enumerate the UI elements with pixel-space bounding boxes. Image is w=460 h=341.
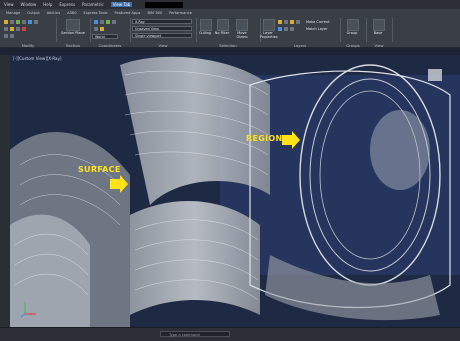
menu-help[interactable]: Help [43,2,52,7]
viewcube-icon[interactable] [428,69,442,81]
panel-coordinates: World Coordinates [90,18,131,48]
scale-icon[interactable] [16,20,20,24]
offset-icon[interactable] [10,27,14,31]
layer-properties-label: Layer Properties [260,31,278,39]
layer-properties-button[interactable] [263,19,275,31]
ucs-y-icon[interactable] [112,20,116,24]
tab-featured-apps[interactable]: Featured Apps [115,11,141,15]
mirror-icon[interactable] [28,20,32,24]
panel-label: Modify [21,43,35,48]
panel-label: Groups [346,43,360,48]
make-current-button[interactable]: Make Current [306,20,338,24]
layer-freeze-icon[interactable] [284,20,288,24]
ribbon: Manage Output Add-ins A360 Express Tools… [0,9,460,48]
erase-icon[interactable] [22,27,26,31]
ucs-axis-icon [20,302,36,318]
panel-label: Selection [219,43,237,48]
layer-color-icon[interactable] [296,20,300,24]
move-gizmo-label: Move Gizmo [236,31,248,39]
ucs-icon[interactable] [94,20,98,24]
world-combo[interactable]: World [92,34,118,39]
menu-window[interactable]: Window [21,2,37,7]
layer-iso-icon[interactable] [278,27,282,31]
title-bar: View Window Help Express Parametric View… [0,0,460,9]
layer-walk-icon[interactable] [290,27,294,31]
array-icon[interactable] [16,27,20,31]
model-wireframe [10,55,460,327]
viewport-label[interactable]: [-][Custom View][X-Ray] [13,56,61,61]
drawing-viewport[interactable]: [-][Custom View][X-Ray] SURFACE REGION [10,55,460,327]
stretch-icon[interactable] [4,34,8,38]
ucs-x-icon[interactable] [106,20,110,24]
match-layer-button[interactable]: Match Layer [306,27,338,31]
panel-groups: Group Groups [340,18,367,48]
panel-label: View [158,43,168,48]
tab-a360[interactable]: A360 [67,11,76,15]
command-input[interactable]: Type a command [160,331,230,337]
layer-bulb-icon[interactable] [278,20,282,24]
tab-performance[interactable]: Performance [169,11,192,15]
menu-view[interactable]: View [4,2,14,7]
tab-output[interactable]: Output [27,11,39,15]
panel-selection: Culling No Filter Move Gizmo Selection [196,18,261,48]
ucs-z-icon[interactable] [94,27,98,31]
tab-express-tools[interactable]: Express Tools [84,11,108,15]
ribbon-tabs: Manage Output Add-ins A360 Express Tools… [0,9,460,17]
ucs-origin-icon[interactable] [100,20,104,24]
left-toolbar [0,55,10,327]
rotate-icon[interactable] [10,20,14,24]
visual-style-combo[interactable]: X-Ray [132,19,192,24]
surface-callout: SURFACE [78,165,121,174]
viewport-config-combo[interactable]: Single viewport [132,33,192,38]
panel-base-view: Base View [366,18,393,48]
redacted-box [145,1,184,8]
menu-express[interactable]: Express [59,2,75,7]
group-button[interactable] [347,19,359,31]
ucs-view-icon[interactable] [100,27,104,31]
status-bar: Type a command [0,327,460,341]
panel-label: Layers [293,43,307,48]
tab-bim-360[interactable]: BIM 360 [147,11,162,15]
tab-add-ins[interactable]: Add-ins [47,11,60,15]
tab-manage[interactable]: Manage [6,11,20,15]
panel-section: Section Plane Section [56,18,91,48]
panel-view: X-Ray Unsaved View Single viewport View [130,18,197,48]
panel-label: Coordinates [98,43,122,48]
trim-icon[interactable] [4,27,8,31]
base-label: Base [373,31,383,35]
copy-icon[interactable] [22,20,26,24]
tab-view[interactable]: View Tab [110,2,133,7]
explode-icon[interactable] [10,34,14,38]
panel-label: Section [65,43,81,48]
culling-button[interactable] [200,19,212,31]
layer-off-icon[interactable] [284,27,288,31]
base-button[interactable] [373,19,385,31]
panel-label: View [374,43,384,48]
fillet-icon[interactable] [34,20,38,24]
menu-parametric[interactable]: Parametric [82,2,104,7]
no-filter-button[interactable] [217,19,229,31]
layer-lock-icon[interactable] [290,20,294,24]
section-plane-label: Section Plane [61,31,85,35]
no-filter-label: No Filter [214,31,230,35]
named-view-combo[interactable]: Unsaved View [132,26,192,31]
move-gizmo-button[interactable] [236,19,248,31]
section-plane-button[interactable] [66,19,80,31]
group-label: Group [346,31,358,35]
region-callout: REGION [246,134,283,143]
panel-modify: Modify [0,18,57,48]
panel-layers: Layer Properties Make Current Match Laye… [260,18,341,48]
move-icon[interactable] [4,20,8,24]
